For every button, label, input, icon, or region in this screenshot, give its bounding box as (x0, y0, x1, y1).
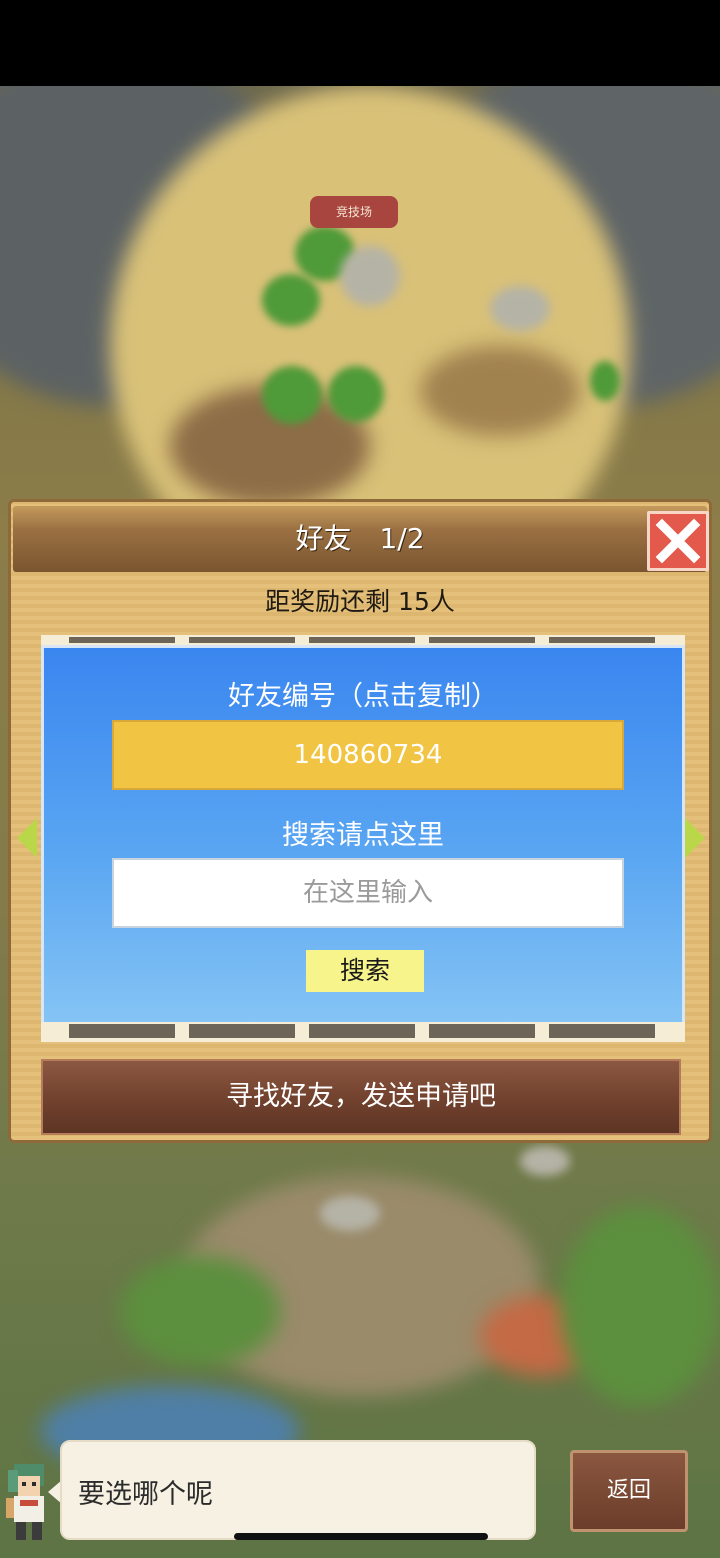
search-label: 搜索请点这里 (282, 820, 444, 851)
friend-id-copy-button[interactable]: 140860734 (112, 720, 624, 790)
prev-page-arrow-icon[interactable] (17, 818, 37, 858)
friends-dialog: 好友 1/2 距奖励还剩 15人 好友编号（点击复制） 140860734 搜索… (8, 499, 712, 1143)
close-icon (655, 518, 701, 564)
reward-remaining-text: 距奖励还剩 15人 (265, 587, 455, 616)
friend-slots-bottom (41, 1022, 685, 1042)
close-button[interactable] (647, 511, 709, 571)
search-button[interactable]: 搜索 (306, 950, 424, 992)
arena-map-label[interactable]: 竞技场 (310, 196, 398, 228)
search-input[interactable]: 在这里输入 (112, 858, 624, 928)
back-button[interactable]: 返回 (570, 1450, 688, 1532)
dialog-header: 好友 1/2 (13, 506, 709, 572)
speech-text: 要选哪个呢 (78, 1479, 213, 1510)
speech-bubble: 要选哪个呢 (60, 1440, 536, 1540)
friend-search-panel: 好友编号（点击复制） 140860734 搜索请点这里 在这里输入 搜索 (41, 645, 685, 1026)
status-bar (0, 0, 720, 86)
friend-id-label: 好友编号（点击复制） (228, 681, 498, 712)
find-friends-button[interactable]: 寻找好友，发送申请吧 (41, 1059, 681, 1135)
next-page-arrow-icon[interactable] (685, 818, 705, 858)
home-indicator[interactable] (234, 1533, 488, 1540)
friend-slots-top (41, 635, 685, 645)
dialog-title: 好友 1/2 (295, 522, 425, 555)
